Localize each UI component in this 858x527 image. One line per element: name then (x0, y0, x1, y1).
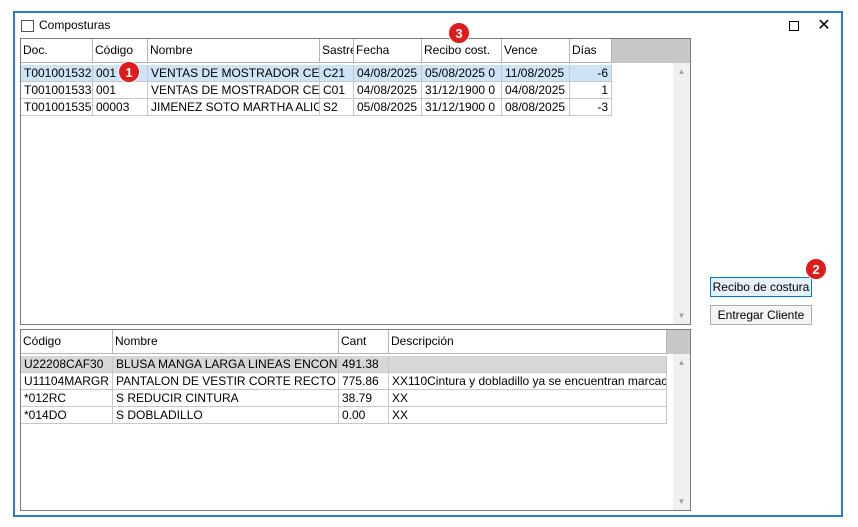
table-cell: 491.38 (339, 356, 389, 373)
table-cell: -6 (570, 65, 612, 82)
annotation-badge-3: 3 (448, 22, 470, 44)
window-icon (21, 20, 34, 32)
table-cell: JIMENEZ SOTO MARTHA ALICIA (148, 99, 320, 116)
detalle-grid[interactable]: Código Nombre Cant Descripción U22208CAF30 B… (20, 329, 691, 511)
table-cell: 38.79 (339, 390, 389, 407)
table-cell: 00003 (93, 99, 148, 116)
table-cell: C21 (320, 65, 354, 82)
column-header[interactable]: Código (93, 39, 148, 63)
table-cell: 775.86 (339, 373, 389, 390)
table-cell: *012RC (21, 390, 113, 407)
table-cell (389, 356, 667, 373)
detalle-scroll-down-icon[interactable]: ▼ (673, 495, 690, 509)
composturas-window: Composturas ✕ Doc. Código Nombre Sastre Fech… (13, 11, 843, 517)
table-cell: 31/12/1900 0 (422, 82, 502, 99)
table-cell: T001001533 (21, 82, 93, 99)
table-cell: 04/08/2025 (502, 82, 570, 99)
annotation-badge-1: 1 (118, 61, 140, 83)
table-cell: C01 (320, 82, 354, 99)
column-header[interactable]: Días (570, 39, 612, 63)
column-header[interactable]: Sastre (320, 39, 354, 63)
entregar-cliente-button[interactable]: Entregar Cliente (710, 305, 812, 325)
column-header[interactable]: Descripción (389, 330, 667, 354)
maximize-icon (789, 21, 799, 31)
table-cell: 1 (570, 82, 612, 99)
column-header[interactable]: Doc. (21, 39, 93, 63)
table-cell: 08/08/2025 (502, 99, 570, 116)
table-cell: S DOBLADILLO (113, 407, 339, 424)
table-cell: 04/08/2025 (354, 82, 422, 99)
table-cell: U11104MARGR (21, 373, 113, 390)
table-cell: S REDUCIR CINTURA (113, 390, 339, 407)
detalle-vertical-scrollbar[interactable]: ▲ ▼ (673, 354, 690, 510)
table-cell: 05/08/2025 0 (422, 65, 502, 82)
table-cell: 11/08/2025 (502, 65, 570, 82)
column-header[interactable]: Fecha (354, 39, 422, 63)
header-filler (612, 39, 690, 63)
recibo-de-costura-button[interactable]: Recibo de costura (710, 277, 812, 297)
column-header[interactable]: Nombre (113, 330, 339, 354)
composturas-grid[interactable]: Doc. Código Nombre Sastre Fecha Recibo cost. V… (20, 38, 691, 325)
column-header[interactable]: Vence (502, 39, 570, 63)
table-cell: S2 (320, 99, 354, 116)
table-cell: BLUSA MANGA LARGA LINEAS ENCONT (113, 356, 339, 373)
maximize-button[interactable] (783, 17, 805, 35)
close-button[interactable]: ✕ (813, 17, 835, 35)
table-cell: 31/12/1900 0 (422, 99, 502, 116)
table-cell: PANTALON DE VESTIR CORTE RECTO M (113, 373, 339, 390)
table-cell: 0.00 (339, 407, 389, 424)
annotation-badge-2: 2 (805, 258, 827, 280)
scroll-up-icon[interactable]: ▲ (673, 65, 690, 79)
table-cell: VENTAS DE MOSTRADOR CENT (148, 65, 320, 82)
table-cell: 04/08/2025 (354, 65, 422, 82)
title-bar: Composturas ✕ (15, 13, 841, 39)
vertical-scrollbar[interactable]: ▲ ▼ (673, 63, 690, 324)
table-cell: 001 (93, 82, 148, 99)
table-cell: T001001535 (21, 99, 93, 116)
grid-header: Doc. Código Nombre Sastre Fecha Recibo cost. V… (21, 39, 690, 63)
table-cell: XX110Cintura y dobladillo ya se encuentr… (389, 373, 667, 390)
table-cell: *014DO (21, 407, 113, 424)
table-cell: VENTAS DE MOSTRADOR CENT (148, 82, 320, 99)
column-header[interactable]: Código (21, 330, 113, 354)
scroll-down-icon[interactable]: ▼ (673, 309, 690, 323)
column-header[interactable]: Nombre (148, 39, 320, 63)
table-cell: -3 (570, 99, 612, 116)
header-filler (667, 330, 690, 354)
table-cell: 05/08/2025 (354, 99, 422, 116)
close-icon: ✕ (817, 17, 831, 34)
table-cell: U22208CAF30 (21, 356, 113, 373)
table-cell: T001001532 (21, 65, 93, 82)
table-cell: XX (389, 407, 667, 424)
detalle-scroll-up-icon[interactable]: ▲ (673, 356, 690, 370)
detalle-grid-header: Código Nombre Cant Descripción (21, 330, 690, 354)
column-header[interactable]: Cant (339, 330, 389, 354)
table-cell: XX (389, 390, 667, 407)
window-title: Composturas (39, 18, 111, 32)
